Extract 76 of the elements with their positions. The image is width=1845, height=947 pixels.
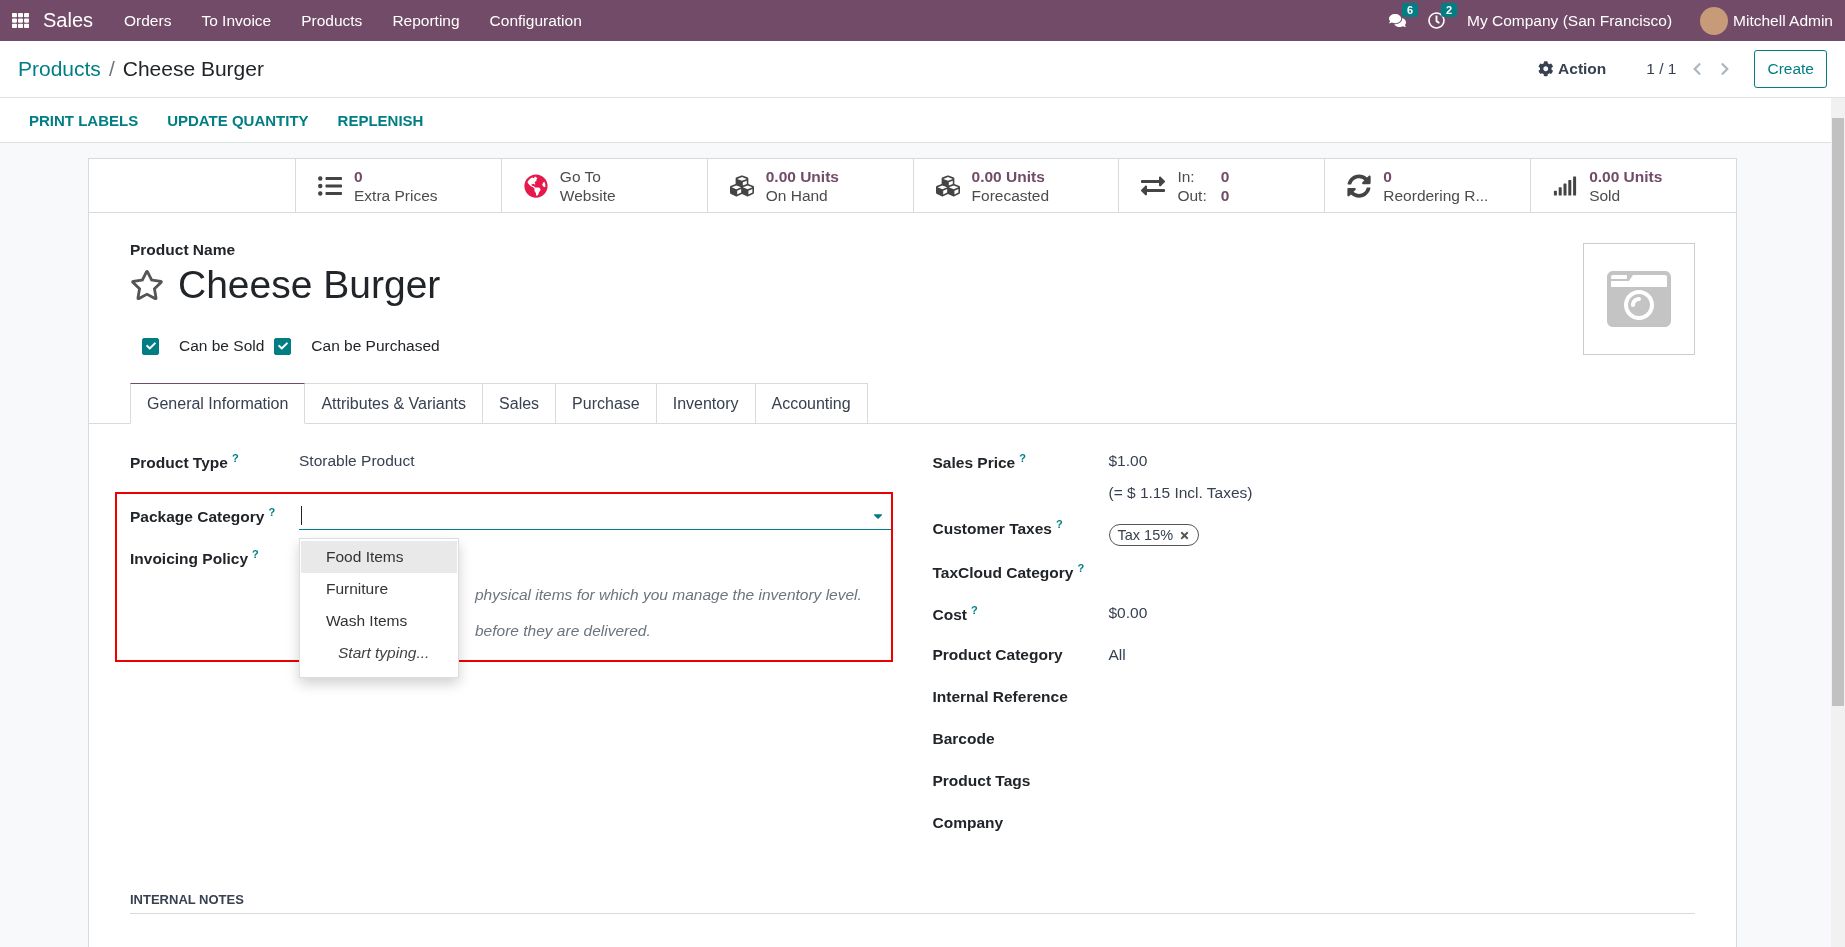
apps-grid-icon[interactable] <box>12 12 29 29</box>
signal-bars-icon <box>1553 173 1578 198</box>
pager: 1 / 1 <box>1646 60 1677 78</box>
count-badge: 6 <box>1402 3 1419 17</box>
field-label: Product Tags <box>932 771 1032 790</box>
dropdown-option[interactable]: Food Items <box>301 541 457 573</box>
clock-icon[interactable] <box>1428 12 1446 29</box>
tab[interactable]: Accounting <box>755 383 868 424</box>
field-value: All <box>1108 646 1127 664</box>
section-heading: INTERNAL NOTES <box>130 892 1695 914</box>
tab[interactable]: Purchase <box>556 383 657 424</box>
app-name[interactable]: Sales <box>43 9 94 32</box>
header-button[interactable]: PRINT LABELS <box>29 111 139 129</box>
help-mark[interactable]: ? <box>1055 518 1063 530</box>
tab[interactable]: Inventory <box>656 383 756 424</box>
checkbox-label: Can be Sold <box>179 337 265 355</box>
field-label: Invoicing Policy $^{?}$ <box>130 547 260 569</box>
header-button[interactable]: REPLENISH <box>337 111 424 129</box>
company-switcher[interactable]: My Company (San Francisco) <box>1467 11 1673 30</box>
header-button[interactable]: UPDATE QUANTITY <box>167 111 309 129</box>
breadcrumb-separator: / <box>108 57 115 81</box>
checkbox-label: Can be Purchased <box>311 337 440 355</box>
tab[interactable]: Sales <box>483 383 557 424</box>
help-mark[interactable]: ? <box>268 506 276 518</box>
field-label: Company <box>932 813 1005 832</box>
check-icon <box>277 341 288 351</box>
field-label: Internal Reference <box>932 687 1069 706</box>
user-name[interactable]: Mitchell Admin <box>1733 11 1833 30</box>
menu-item[interactable]: Reporting <box>377 11 475 30</box>
field-label: TaxCloud Category $^{?}$ <box>932 561 1086 583</box>
scrollbar[interactable] <box>1831 98 1845 947</box>
menu-item[interactable]: Orders <box>109 11 187 30</box>
help-mark[interactable]: ? <box>1077 562 1085 574</box>
globe-icon <box>523 173 548 198</box>
star-icon[interactable] <box>130 268 164 302</box>
help-text: physical items for which you manage the inventory level. <box>475 586 862 604</box>
field-label: Product Category <box>932 645 1064 664</box>
gear-icon <box>1537 61 1554 77</box>
refresh-icon <box>1347 173 1372 198</box>
help-mark[interactable]: ? <box>252 548 259 560</box>
dropdown-hint[interactable]: Start typing... <box>300 637 458 669</box>
product-name: Cheese Burger <box>178 263 441 307</box>
menu-item[interactable]: Products <box>286 11 378 30</box>
field-label: Product Name <box>130 241 237 259</box>
menu-item[interactable]: To Invoice <box>186 11 287 30</box>
breadcrumb-current: Cheese Burger <box>122 57 264 81</box>
tab[interactable]: General Information <box>130 383 306 424</box>
tab[interactable]: Attributes & Variants <box>305 383 484 424</box>
field-label: Barcode <box>932 729 996 748</box>
checkbox[interactable] <box>274 337 292 355</box>
field-value: Storable Product <box>299 452 416 470</box>
field-value: $1.00 <box>1108 452 1149 470</box>
create-button[interactable]: Create <box>1754 50 1827 88</box>
field-value: $0.00 <box>1108 604 1149 622</box>
cubes-icon <box>935 173 960 198</box>
help-mark[interactable]: ? <box>1019 452 1026 464</box>
checkbox[interactable] <box>142 337 159 355</box>
help-mark[interactable]: ? <box>970 604 978 616</box>
cubes-icon <box>729 173 754 198</box>
breadcrumb-link[interactable]: Products <box>18 57 101 81</box>
help-text: before they are delivered. <box>475 622 651 640</box>
field-label: Sales Price $^{?}$ <box>932 451 1027 473</box>
check-icon <box>145 341 156 351</box>
avatar[interactable] <box>1700 6 1729 35</box>
action-button[interactable]: Action <box>1531 59 1613 79</box>
field-note: (= $ 1.15 Incl. Taxes) <box>1108 484 1254 502</box>
close-icon[interactable] <box>1179 529 1191 541</box>
field-label: Package Category $^{?}$ <box>130 505 277 527</box>
menu-item[interactable]: Configuration <box>474 11 597 30</box>
field-label: Customer Taxes $^{?}$ <box>932 517 1064 539</box>
list-icon <box>318 173 342 198</box>
help-mark[interactable]: ? <box>231 452 239 464</box>
field-label: Cost $^{?}$ <box>932 603 979 625</box>
field-label: Product Type $^{?}$ <box>130 451 240 473</box>
chat-icon[interactable] <box>1389 12 1407 29</box>
count-badge: 2 <box>1441 3 1458 17</box>
